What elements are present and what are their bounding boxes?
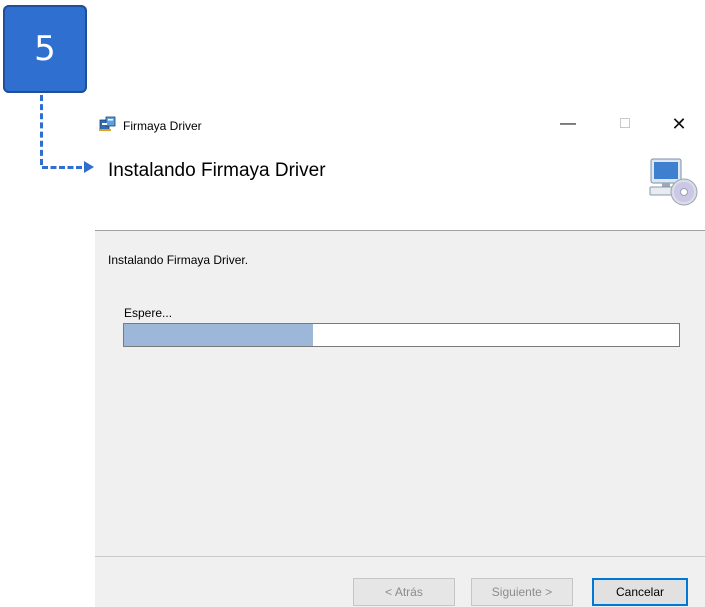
minimize-icon: — [560, 115, 576, 132]
callout-line-horizontal [42, 166, 82, 169]
callout-arrow-icon [84, 161, 94, 173]
header-banner: Instalando Firmaya Driver [95, 136, 705, 231]
step-badge: 5 [3, 5, 87, 93]
installer-dialog: Firmaya Driver — □ ✕ Instalando Firmaya … [95, 106, 705, 607]
installer-app-icon [99, 116, 116, 131]
window-title: Firmaya Driver [123, 119, 202, 133]
next-button[interactable]: Siguiente > [471, 578, 573, 606]
page-title: Instalando Firmaya Driver [108, 160, 326, 181]
title-bar[interactable]: Firmaya Driver — □ ✕ [95, 106, 705, 136]
close-button[interactable]: ✕ [656, 110, 702, 138]
status-text: Instalando Firmaya Driver. [108, 253, 249, 267]
back-button[interactable]: < Atrás [353, 578, 455, 606]
progress-fill [124, 324, 313, 346]
cancel-button[interactable]: Cancelar [592, 578, 688, 606]
minimize-button[interactable]: — [545, 110, 591, 138]
step-number: 5 [34, 29, 56, 69]
content-panel: Instalando Firmaya Driver. Espere... [95, 231, 705, 556]
computer-cd-icon [649, 158, 698, 206]
callout-line-vertical [40, 95, 43, 165]
button-bar: < Atrás Siguiente > Cancelar [95, 556, 705, 607]
wait-label: Espere... [124, 306, 173, 320]
maximize-icon: □ [620, 115, 630, 132]
maximize-button[interactable]: □ [602, 110, 648, 138]
close-icon: ✕ [671, 113, 687, 134]
progress-bar [123, 323, 680, 347]
